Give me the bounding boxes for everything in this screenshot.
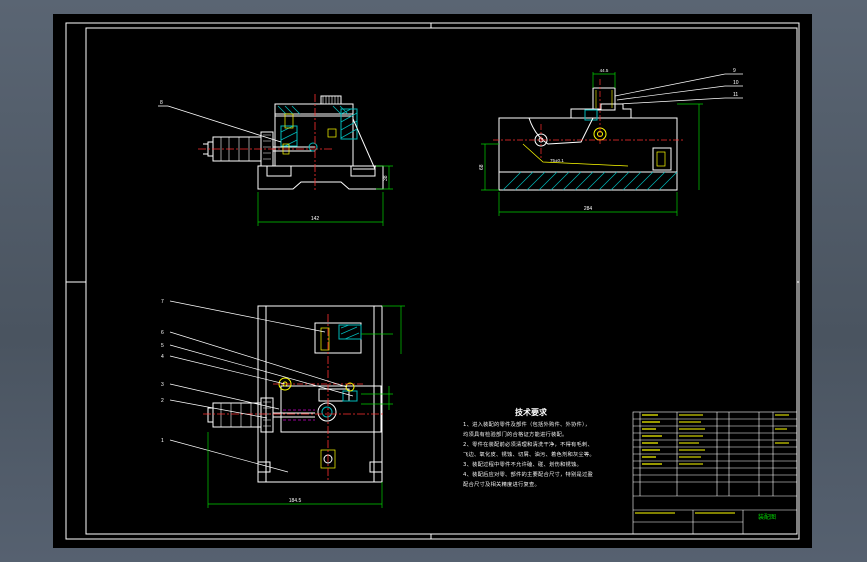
dim-width-top-right: 284 — [584, 206, 593, 212]
callout-4: 4 — [161, 354, 164, 360]
callout-11: 11 — [733, 92, 738, 98]
bom-text-marks — [635, 414, 789, 514]
callout-8: 8 — [160, 100, 163, 106]
tech-line-5: 3、装配过程中零件不允许磕、碰、划伤和锈蚀。 — [463, 462, 583, 468]
tech-line-1: 1、进入装配的零件及部件（包括外购件、外协件）， — [463, 422, 591, 428]
dim-inner-right: 75±0.1 — [550, 158, 564, 163]
top-left-view: 8 142 38 — [158, 94, 393, 226]
dim-top-right: 44.5 — [600, 68, 609, 73]
title-block-drawing-name: 装配图 — [758, 513, 776, 521]
callout-9: 9 — [733, 68, 736, 74]
callout-2: 2 — [161, 398, 164, 404]
callout-10: 10 — [733, 80, 739, 86]
dim-width-top-left: 142 — [311, 216, 320, 222]
top-right-view: 9 10 11 68 284 44.5 75±0.1 — [479, 68, 743, 216]
tech-line-3: 2、零件在装配前必须清理和清洗干净，不得有毛刺、 — [463, 442, 593, 448]
cad-viewport[interactable]: 8 142 38 9 10 11 68 284 44.5 75±0.1 7 6 … — [53, 14, 812, 548]
callout-1: 1 — [161, 438, 164, 444]
tech-line-4: 飞边、氧化皮、锈蚀、切屑、油污、着色剂和灰尘等。 — [463, 452, 595, 458]
assembly-drawing: 8 142 38 9 10 11 68 284 44.5 75±0.1 7 6 … — [65, 22, 800, 540]
bottom-view: 7 6 5 4 3 2 1 184.5 — [161, 299, 405, 508]
tech-requirements-title: 技术要求 — [515, 408, 547, 417]
sheet-border — [65, 22, 800, 540]
dim-height-top-left: 38 — [383, 175, 389, 181]
callout-5: 5 — [161, 343, 164, 349]
dim-width-bottom: 184.5 — [289, 498, 302, 504]
tech-line-6: 4、装配后应对零、部件的主要配合尺寸，特别是过盈 — [463, 472, 593, 478]
dim-height-top-right: 68 — [479, 164, 485, 170]
tech-line-2: 均须具有检验部门的合格证方能进行装配。 — [463, 432, 568, 438]
callout-6: 6 — [161, 330, 164, 336]
callout-3: 3 — [161, 382, 164, 388]
callout-7: 7 — [161, 299, 164, 305]
tech-line-7: 配合尺寸及相关精度进行复查。 — [463, 482, 540, 488]
